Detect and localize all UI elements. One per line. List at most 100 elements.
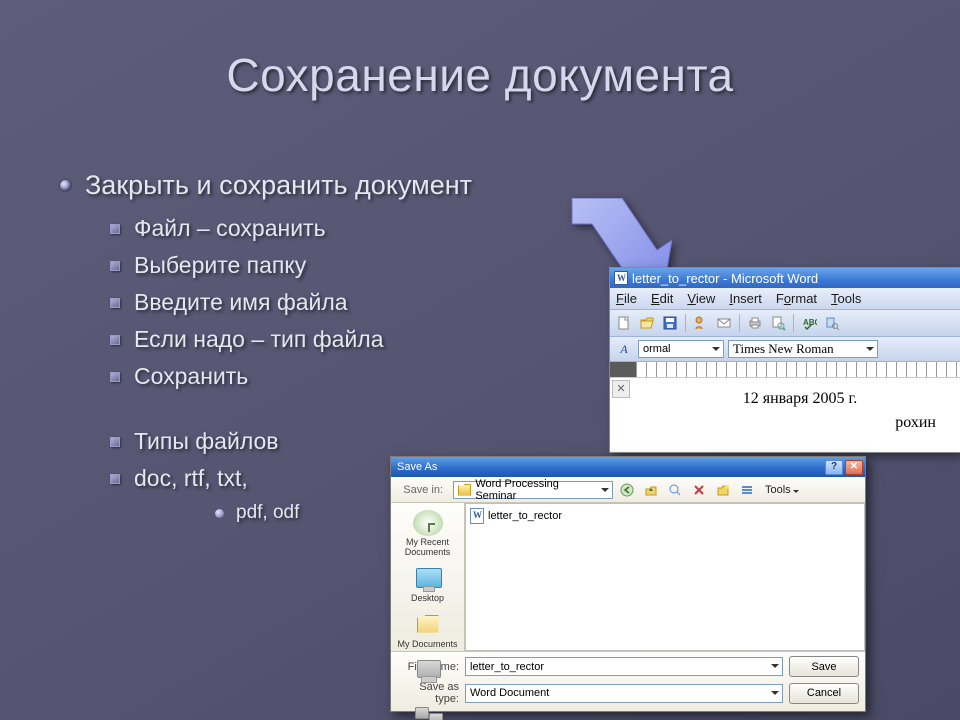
style-value: ormal: [643, 343, 671, 355]
desktop-icon: [413, 566, 443, 592]
save-as-dialog: Save As ? ✕ Save in: Word Processing Sem…: [390, 456, 866, 712]
bullet-marker-dot: [215, 509, 224, 518]
menu-insert[interactable]: Insert: [729, 291, 762, 306]
word-standard-toolbar[interactable]: ABC: [610, 310, 960, 337]
style-combo[interactable]: ormal: [638, 340, 724, 358]
permissions-icon[interactable]: [691, 313, 711, 333]
spellcheck-icon[interactable]: ABC: [799, 313, 819, 333]
research-icon[interactable]: [822, 313, 842, 333]
open-icon[interactable]: [637, 313, 657, 333]
save-button[interactable]: Save: [789, 656, 859, 677]
bullet-text: Сохранить: [134, 363, 248, 390]
bullet-marker-square: [110, 335, 120, 345]
word-file-icon: [470, 508, 484, 524]
places-bar: My Recent Documents Desktop My Documents…: [391, 503, 465, 651]
place-mydocs[interactable]: My Documents: [395, 609, 461, 653]
bullet-text: Если надо – тип файла: [134, 326, 384, 353]
up-one-level-icon[interactable]: [641, 480, 661, 500]
bullet-marker-square: [110, 474, 120, 484]
mydocuments-icon: [413, 612, 443, 638]
mycomputer-icon: [413, 658, 443, 684]
bullet-level2: Типы файлов: [110, 428, 580, 455]
bullet-level2: Выберите папку: [110, 252, 580, 279]
save-button-label: Save: [811, 661, 836, 673]
dialog-help-button[interactable]: ?: [825, 460, 843, 475]
search-web-icon[interactable]: [665, 480, 685, 500]
save-in-combo[interactable]: Word Processing Seminar: [453, 481, 613, 499]
network-icon: [413, 703, 443, 720]
new-doc-icon[interactable]: [614, 313, 634, 333]
views-icon[interactable]: [737, 480, 757, 500]
font-combo[interactable]: Times New Roman: [728, 340, 878, 358]
place-label: My Recent Documents: [395, 538, 461, 558]
email-icon[interactable]: [714, 313, 734, 333]
word-titlebar: letter_to_rector - Microsoft Word: [610, 268, 960, 288]
styles-pane-icon[interactable]: A: [614, 340, 634, 358]
print-preview-icon[interactable]: [768, 313, 788, 333]
file-list[interactable]: letter_to_rector: [465, 503, 865, 651]
save-in-value: Word Processing Seminar: [475, 478, 596, 502]
menu-file[interactable]: FFileile: [616, 291, 637, 306]
smart-tag-icon[interactable]: [612, 380, 630, 398]
bullet-marker-sphere: [60, 180, 71, 191]
bullet-level2: Сохранить: [110, 363, 580, 390]
dialog-bottom: File name: letter_to_rector Save Save as…: [391, 651, 865, 711]
bullet-marker-square: [110, 437, 120, 447]
place-desktop[interactable]: Desktop: [395, 563, 461, 607]
bullet-text: doc, rtf, txt,: [134, 465, 248, 492]
place-recent[interactable]: My Recent Documents: [395, 507, 461, 561]
bullet-level2: Если надо – тип файла: [110, 326, 580, 353]
font-value: Times New Roman: [733, 341, 834, 357]
bullet-level1: Закрыть и сохранить документ: [60, 170, 580, 201]
bullet-marker-square: [110, 372, 120, 382]
print-icon[interactable]: [745, 313, 765, 333]
dialog-title: Save As: [397, 461, 437, 473]
bullet-level2: Введите имя файла: [110, 289, 580, 316]
savetype-combo[interactable]: Word Document: [465, 684, 783, 703]
document-name-text: рохин: [654, 414, 946, 432]
place-label: Desktop: [411, 594, 444, 604]
dialog-titlebar: Save As ? ✕: [391, 457, 865, 477]
document-date-text: 12 января 2005 г.: [654, 390, 946, 408]
menu-format[interactable]: Format: [776, 291, 817, 306]
save-in-label: Save in:: [397, 484, 449, 496]
word-title-text: letter_to_rector - Microsoft Word: [632, 271, 818, 286]
cancel-button[interactable]: Cancel: [789, 683, 859, 704]
tools-dropdown[interactable]: Tools: [761, 484, 799, 496]
filename-value: letter_to_rector: [470, 661, 544, 673]
word-page-area[interactable]: 12 января 2005 г. рохин: [610, 378, 960, 452]
word-menubar[interactable]: FFileile Edit View Insert Format Tools: [610, 288, 960, 310]
bullet-text: pdf, odf: [236, 502, 299, 524]
slide-title: Сохранение документа: [0, 48, 960, 102]
bullet-marker-square: [110, 298, 120, 308]
savetype-value: Word Document: [470, 687, 549, 699]
save-icon[interactable]: [660, 313, 680, 333]
bullet-level2: Файл – сохранить: [110, 215, 580, 242]
bullet-marker-square: [110, 224, 120, 234]
word-formatting-toolbar[interactable]: A ormal Times New Roman: [610, 337, 960, 362]
delete-icon[interactable]: [689, 480, 709, 500]
bullet-text: Выберите папку: [134, 252, 306, 279]
dialog-toolbar: Save in: Word Processing Seminar Tools: [391, 477, 865, 503]
bullet-text: Закрыть и сохранить документ: [85, 170, 472, 201]
cancel-button-label: Cancel: [807, 687, 841, 699]
word-document-icon: [614, 271, 628, 285]
filename-field[interactable]: letter_to_rector: [465, 657, 783, 676]
dialog-close-button[interactable]: ✕: [845, 460, 863, 475]
new-folder-icon[interactable]: [713, 480, 733, 500]
savetype-label: Save as type:: [397, 681, 459, 705]
back-icon[interactable]: [617, 480, 637, 500]
word-ruler[interactable]: [610, 362, 960, 378]
file-name: letter_to_rector: [488, 510, 562, 522]
bullet-text: Введите имя файла: [134, 289, 348, 316]
word-window: letter_to_rector - Microsoft Word FFilei…: [610, 268, 960, 452]
menu-tools[interactable]: Tools: [831, 291, 861, 306]
bullet-marker-square: [110, 261, 120, 271]
bullet-text: Файл – сохранить: [134, 215, 326, 242]
folder-icon: [458, 484, 471, 496]
file-item[interactable]: letter_to_rector: [470, 508, 860, 524]
recent-icon: [413, 510, 443, 536]
menu-edit[interactable]: Edit: [651, 291, 673, 306]
menu-view[interactable]: View: [687, 291, 715, 306]
place-label: My Documents: [397, 640, 457, 650]
